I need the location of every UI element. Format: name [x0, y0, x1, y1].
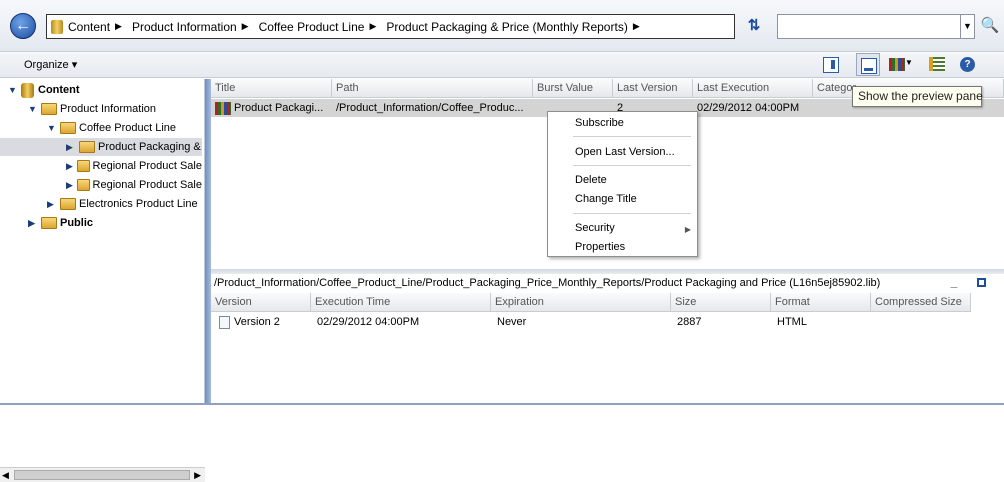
breadcrumb: Content ▶ Product Information ▶ Coffee Pro… — [46, 14, 735, 39]
cell-size: 2887 — [677, 316, 702, 328]
cell-execution-time: 02/29/2012 04:00PM — [317, 316, 420, 328]
folder-icon — [76, 160, 90, 172]
column-header-burst-value[interactable]: Burst Value — [533, 79, 613, 98]
menu-item-subscribe[interactable]: Subscribe — [575, 115, 624, 131]
table-row[interactable]: Version 2 02/29/2012 04:00PM Never 2887 … — [211, 313, 1004, 331]
column-header-version[interactable]: Version — [211, 293, 311, 312]
breadcrumb-item[interactable]: Content ▶ — [68, 20, 122, 34]
cell-compressed-size — [873, 313, 971, 331]
content-db-icon — [51, 19, 63, 34]
cell-path: /Product_Information/Coffee_Produc... — [336, 102, 524, 114]
menu-separator — [573, 165, 691, 166]
maximize-icon[interactable] — [977, 278, 986, 287]
help-button[interactable]: ? — [956, 53, 980, 76]
cell-format: HTML — [777, 316, 807, 328]
folder-open-icon — [60, 122, 76, 134]
breadcrumb-item[interactable]: Product Packaging & Price (Monthly Repor… — [386, 20, 639, 34]
menu-item-properties[interactable]: Properties — [575, 239, 625, 255]
expand-right-icon[interactable]: ▶ — [66, 161, 74, 172]
versions-grid: Version Execution Time Expiration Size F… — [211, 293, 1004, 403]
cell-expiration: Never — [497, 316, 527, 328]
preview-pane-tooltip: Show the preview pane — [852, 86, 983, 107]
folder-icon — [41, 103, 57, 115]
preview-pane-button[interactable] — [856, 53, 880, 76]
menu-item-change-title[interactable]: Change Title — [575, 191, 637, 207]
layout-button[interactable] — [925, 53, 949, 76]
column-header-last-execution[interactable]: Last Execution — [693, 79, 813, 98]
tree-item-coffee-product-line[interactable]: ▼ Coffee Product Line — [47, 119, 203, 137]
column-header-path[interactable]: Path — [332, 79, 533, 98]
column-header-size[interactable]: Size — [671, 293, 771, 312]
tree-item-product-information[interactable]: ▼ Product Information — [28, 100, 203, 118]
menu-separator — [573, 213, 691, 214]
breadcrumb-item[interactable]: Coffee Product Line ▶ — [259, 20, 377, 34]
search-icon[interactable]: 🔍 — [980, 16, 1000, 36]
search-input[interactable] — [777, 14, 961, 39]
books-icon — [889, 58, 905, 71]
tree-item-content[interactable]: ▼ Content — [8, 81, 203, 99]
menu-item-delete[interactable]: Delete — [575, 172, 607, 188]
submenu-arrow-icon: ▶ — [684, 225, 691, 234]
back-arrow-icon[interactable]: ← — [10, 13, 36, 39]
column-header-compressed-size[interactable]: Compressed Size — [871, 293, 971, 312]
cell-version: Version 2 — [215, 313, 311, 331]
expand-down-icon[interactable]: ▼ — [28, 104, 38, 114]
minimize-icon[interactable]: _ — [947, 276, 961, 290]
chevron-right-icon: ▶ — [115, 21, 122, 31]
column-header-execution-time[interactable]: Execution Time — [311, 293, 491, 312]
folder-icon — [76, 179, 90, 191]
details-pane-button[interactable] — [819, 53, 843, 76]
view-button[interactable]: ▼ — [885, 53, 919, 76]
column-header-expiration[interactable]: Expiration — [491, 293, 671, 312]
address-bar: ← Content ▶ Product Information ▶ Coffee P… — [0, 0, 1004, 52]
folder-icon — [41, 217, 57, 229]
details-pane-icon — [823, 57, 839, 73]
column-header-last-version[interactable]: Last Version — [613, 79, 693, 98]
list-layout-icon — [929, 57, 945, 71]
column-header-format[interactable]: Format — [771, 293, 871, 312]
chevron-right-icon: ▶ — [632, 21, 640, 31]
breadcrumb-item[interactable]: Product Information ▶ — [132, 20, 249, 34]
chevron-down-icon[interactable]: ▼ — [961, 14, 975, 39]
database-icon — [21, 82, 34, 98]
cell-last-execution: 02/29/2012 04:00PM — [697, 102, 800, 114]
scrollbar-thumb[interactable] — [14, 470, 190, 480]
expand-down-icon[interactable]: ▼ — [47, 123, 57, 133]
preview-pane-icon — [861, 58, 877, 74]
tree-item-product-packaging[interactable]: ▶ Product Packaging & — [0, 138, 202, 156]
expand-right-icon[interactable]: ▶ — [66, 142, 76, 153]
cell-title: Product Packagi... — [211, 99, 332, 117]
menu-separator — [573, 136, 691, 137]
expand-right-icon[interactable]: ▶ — [47, 199, 57, 210]
folder-open-icon — [79, 141, 95, 153]
context-menu: Subscribe Open Last Version... Delete Ch… — [547, 111, 698, 257]
menu-item-security[interactable]: Security — [575, 220, 615, 236]
folder-tree: ▼ Content ▼ Product Information ▼ Coffee… — [0, 79, 205, 482]
expand-down-icon[interactable]: ▼ — [8, 85, 18, 95]
scroll-right-icon[interactable]: ▶ — [194, 470, 201, 481]
refresh-icon[interactable]: ⇅ — [745, 17, 763, 35]
menu-item-open-last-version[interactable]: Open Last Version... — [575, 144, 675, 160]
help-icon: ? — [960, 57, 975, 72]
tree-horizontal-scrollbar[interactable]: ◀ ▶ — [0, 467, 205, 482]
expand-right-icon[interactable]: ▶ — [66, 180, 74, 191]
expand-right-icon[interactable]: ▶ — [28, 218, 38, 229]
tree-item-regional-product-sales-1[interactable]: ▶ Regional Product Sale — [66, 157, 202, 175]
tree-item-public[interactable]: ▶ Public — [28, 214, 203, 232]
tree-item-regional-product-sales-2[interactable]: ▶ Regional Product Sale — [66, 176, 202, 194]
chevron-right-icon: ▶ — [369, 21, 377, 31]
report-books-icon — [215, 101, 231, 115]
detail-path: /Product_Information/Coffee_Product_Line… — [211, 274, 1004, 293]
organize-menu[interactable]: Organize ▾ — [24, 58, 77, 71]
folder-icon — [60, 198, 76, 210]
scroll-left-icon[interactable]: ◀ — [2, 470, 9, 481]
document-icon — [219, 315, 230, 329]
toolbar: Organize ▾ ▼ ? — [0, 53, 1004, 78]
chevron-right-icon: ▶ — [241, 21, 249, 31]
column-header-title[interactable]: Title — [211, 79, 332, 98]
tree-item-electronics-product-line[interactable]: ▶ Electronics Product Line — [47, 195, 203, 213]
